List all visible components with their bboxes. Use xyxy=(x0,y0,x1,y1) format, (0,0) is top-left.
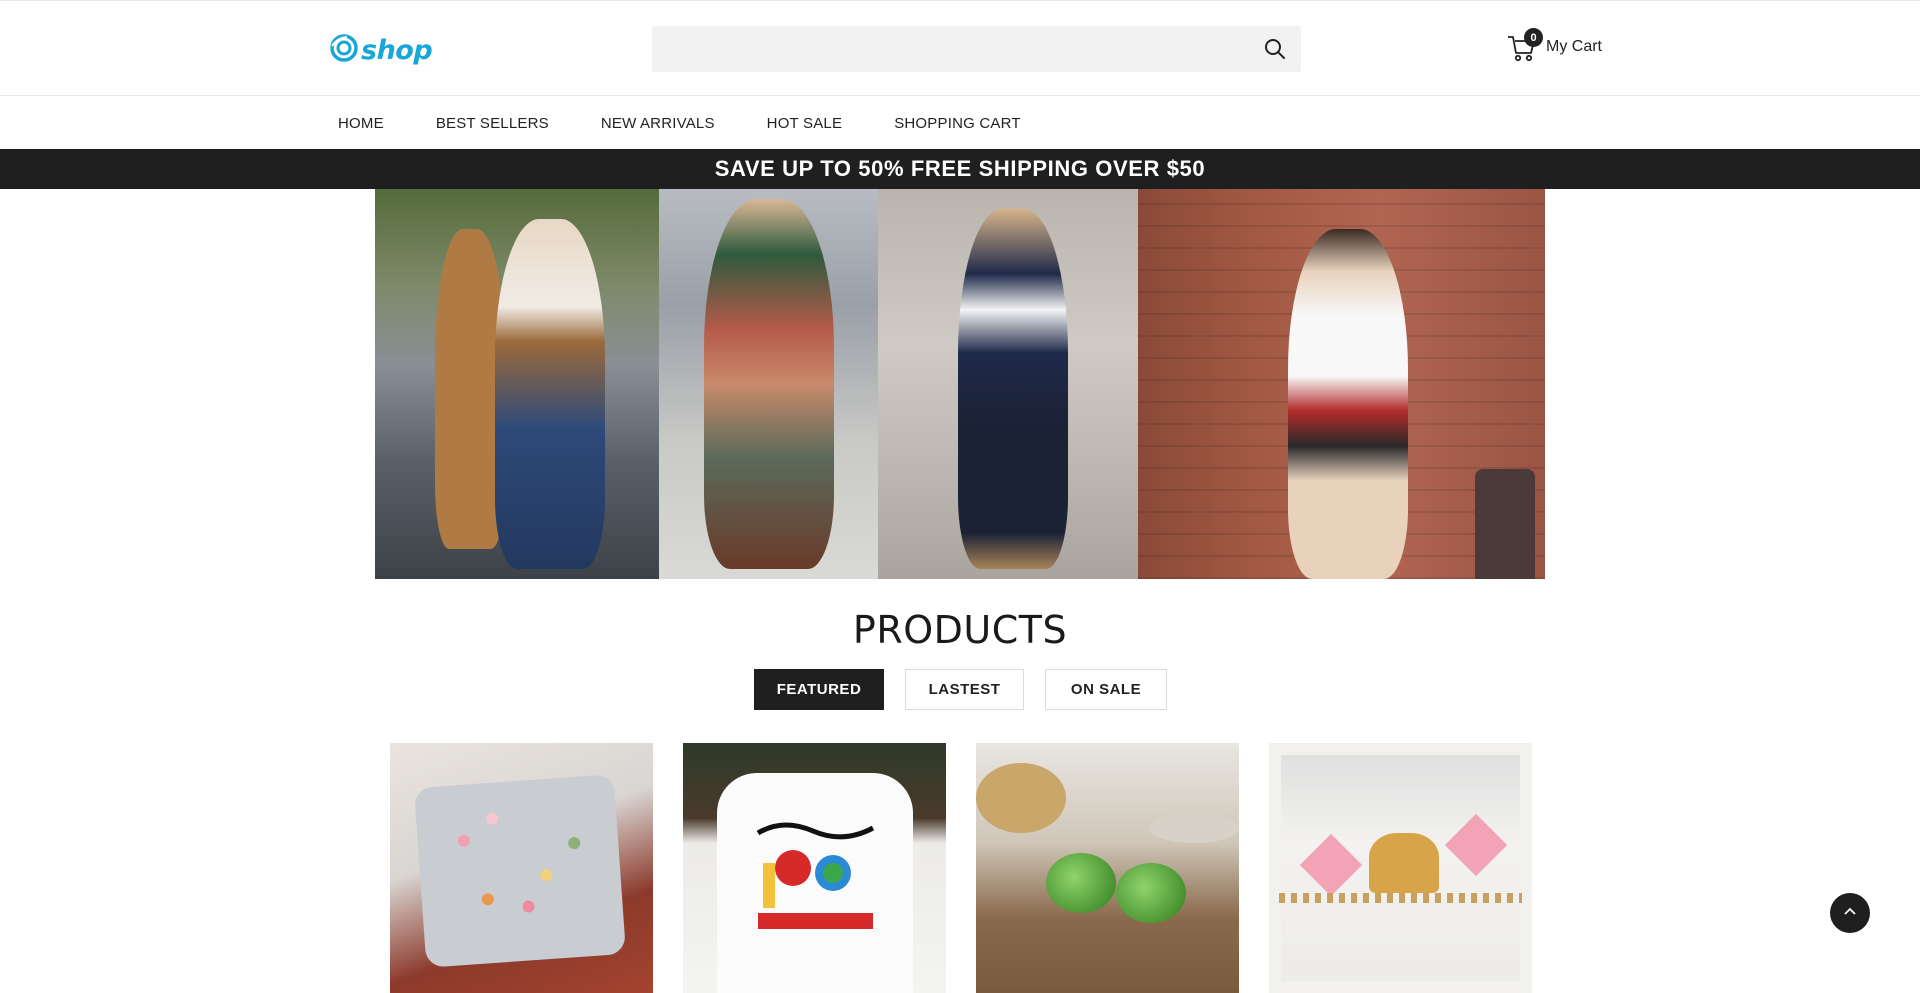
product-card[interactable] xyxy=(390,743,653,993)
tab-on-sale[interactable]: ON SALE xyxy=(1045,669,1167,710)
chevron-up-icon xyxy=(1842,903,1858,924)
nav-item-shopping-cart[interactable]: SHOPPING CART xyxy=(894,115,1021,132)
nav-item-new-arrivals[interactable]: NEW ARRIVALS xyxy=(601,115,715,132)
announcement-bar: SAVE UP TO 50% FREE SHIPPING OVER $50 xyxy=(0,149,1920,189)
cart-count-badge: 0 xyxy=(1524,28,1543,47)
hero-banner[interactable] xyxy=(375,189,1545,579)
hero-image-1 xyxy=(375,189,659,579)
hero-image-4 xyxy=(1138,189,1545,579)
search-icon[interactable] xyxy=(1263,37,1287,61)
back-to-top-button[interactable] xyxy=(1830,893,1870,933)
main-nav: HOME BEST SELLERS NEW ARRIVALS HOT SALE … xyxy=(0,97,1920,149)
product-tabs: FEATURED LASTEST ON SALE xyxy=(754,669,1167,710)
announcement-text: SAVE UP TO 50% FREE SHIPPING OVER $50 xyxy=(714,156,1206,181)
logo-text: shop xyxy=(361,34,433,66)
product-card[interactable] xyxy=(976,743,1239,993)
shirt-graphic xyxy=(756,822,875,929)
site-header: shop 0 My Cart xyxy=(0,0,1920,96)
product-image xyxy=(413,774,627,968)
cart-label: My Cart xyxy=(1546,38,1602,55)
tab-featured[interactable]: FEATURED xyxy=(754,669,884,710)
nav-item-home[interactable]: HOME xyxy=(338,115,384,132)
product-image xyxy=(1046,853,1116,913)
site-logo[interactable]: shop xyxy=(329,33,433,68)
hero-image-2 xyxy=(659,189,878,579)
products-title: PRODUCTS xyxy=(852,608,1068,652)
cart-button[interactable]: 0 My Cart xyxy=(1506,28,1602,65)
nav-item-best-sellers[interactable]: BEST SELLERS xyxy=(436,115,549,132)
tab-lastest[interactable]: LASTEST xyxy=(905,669,1024,710)
product-card[interactable] xyxy=(683,743,946,993)
search-input[interactable] xyxy=(652,26,1242,72)
swirl-logo-icon xyxy=(329,33,359,68)
search-bar xyxy=(652,26,1301,72)
cart-icon: 0 xyxy=(1506,28,1543,63)
hero-image-3 xyxy=(878,189,1138,579)
nav-item-hot-sale[interactable]: HOT SALE xyxy=(767,115,843,132)
product-grid xyxy=(390,743,1532,993)
product-card[interactable] xyxy=(1269,743,1532,993)
